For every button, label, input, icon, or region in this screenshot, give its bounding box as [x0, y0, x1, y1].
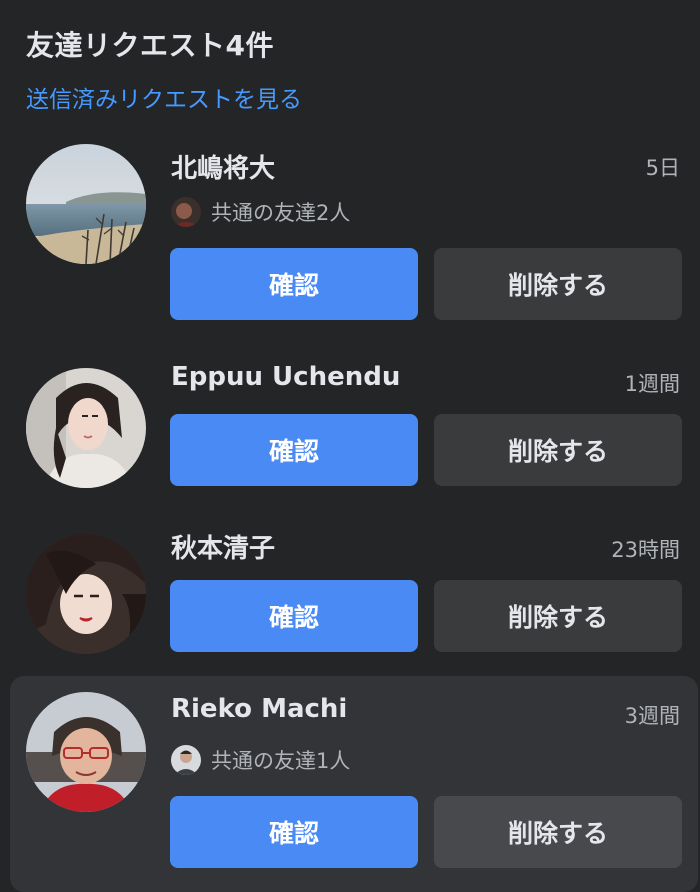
- requester-name[interactable]: 秋本清子: [171, 528, 275, 565]
- page-title: 友達リクエスト4件: [26, 29, 274, 62]
- request-time: 5日: [645, 156, 680, 180]
- mutual-friends-text: 共通の友達2人: [211, 201, 351, 225]
- request-time: 1週間: [624, 372, 680, 396]
- friend-request-item: 北嶋将大 5日 共通の友達2人 確認 削除する: [10, 136, 698, 332]
- mutual-friends-text: 共通の友達1人: [211, 749, 351, 773]
- mutual-friend-avatar: [171, 745, 201, 775]
- profile-photo[interactable]: [26, 368, 146, 488]
- friend-request-item-selected: Rieko Machi 3週間 共通の友達1人 確認 削除する: [10, 676, 698, 892]
- request-time: 3週間: [624, 704, 680, 728]
- request-time: 23時間: [611, 538, 680, 562]
- friend-requests-panel: 友達リクエスト4件 送信済みリクエストを見る 北嶋将大 5日 共通の友達2人 確…: [0, 0, 700, 892]
- profile-photo[interactable]: [26, 692, 146, 812]
- profile-photo[interactable]: [26, 144, 146, 264]
- mutual-friends[interactable]: 共通の友達2人: [171, 196, 350, 228]
- delete-button[interactable]: 削除する: [434, 414, 682, 486]
- confirm-button[interactable]: 確認: [170, 248, 418, 320]
- requester-name[interactable]: Eppuu Uchendu: [171, 362, 400, 392]
- profile-photo[interactable]: [26, 534, 146, 654]
- confirm-button[interactable]: 確認: [170, 796, 418, 868]
- confirm-button[interactable]: 確認: [170, 414, 418, 486]
- sent-requests-link[interactable]: 送信済みリクエストを見る: [26, 80, 302, 114]
- friend-request-item: Eppuu Uchendu 1週間 確認 削除する: [10, 352, 698, 502]
- mutual-friends[interactable]: 共通の友達1人: [171, 744, 350, 776]
- requester-name[interactable]: 北嶋将大: [171, 148, 275, 185]
- delete-button[interactable]: 削除する: [434, 580, 682, 652]
- confirm-button[interactable]: 確認: [170, 580, 418, 652]
- mutual-friend-avatar: [171, 197, 201, 227]
- delete-button[interactable]: 削除する: [434, 248, 682, 320]
- requester-name[interactable]: Rieko Machi: [171, 694, 347, 724]
- delete-button[interactable]: 削除する: [434, 796, 682, 868]
- friend-request-item: 秋本清子 23時間 確認 削除する: [10, 518, 698, 668]
